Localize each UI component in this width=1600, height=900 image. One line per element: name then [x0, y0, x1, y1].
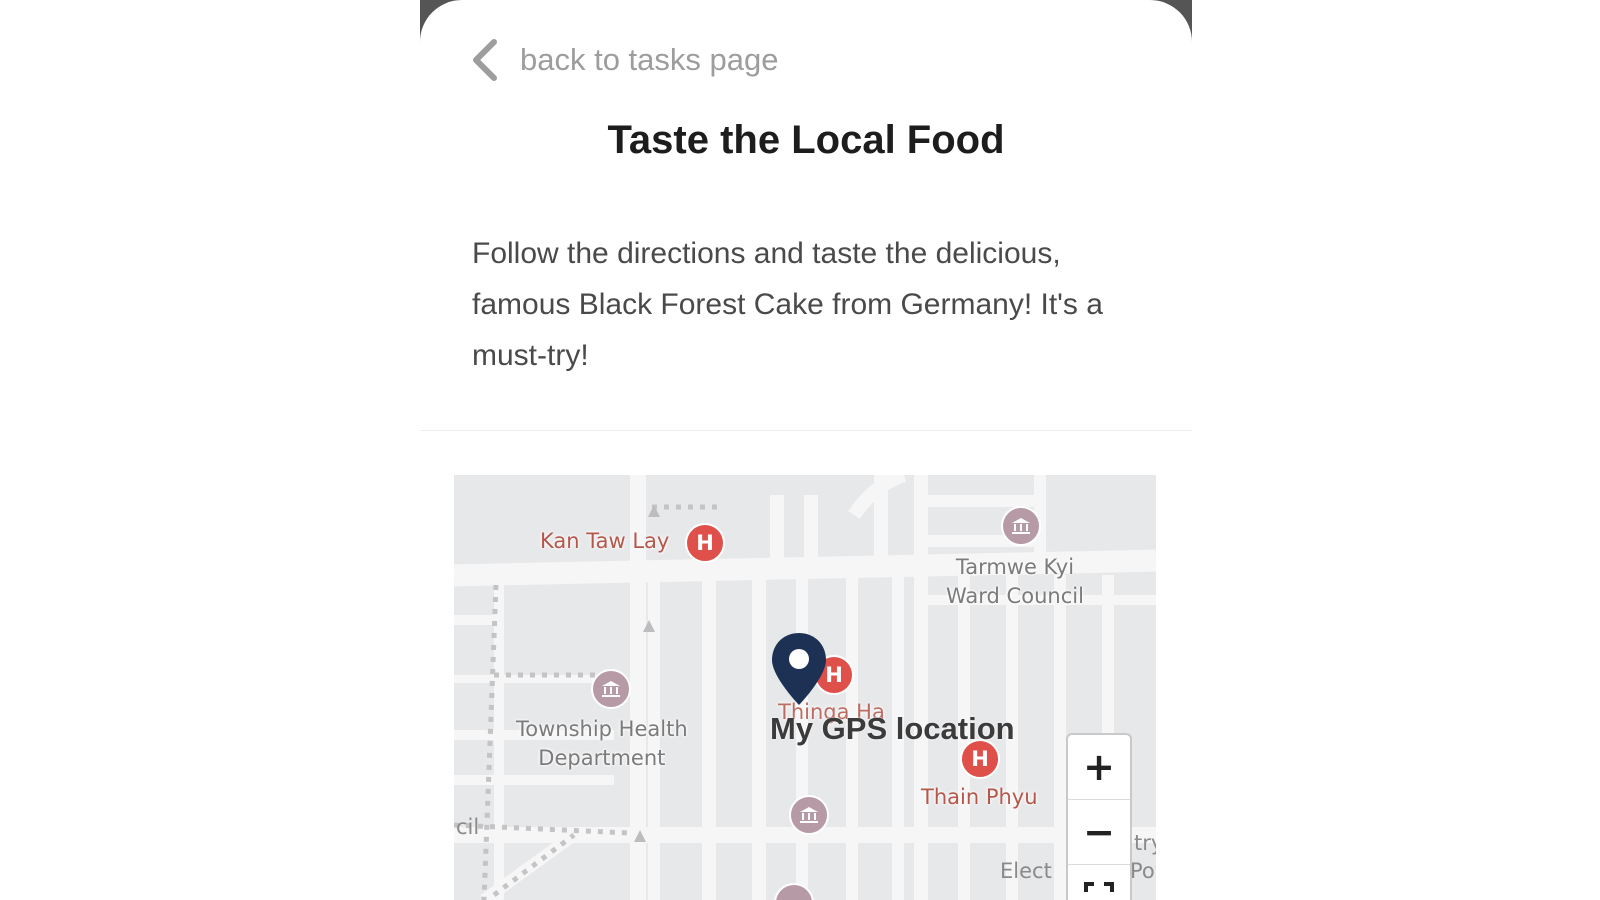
- poi-label-kan-taw-lay: Kan Taw Lay: [540, 529, 670, 553]
- poi-label-township-line1: Township Health: [516, 717, 688, 741]
- gps-location-pin[interactable]: [770, 631, 828, 712]
- map-edge-label: try: [1134, 831, 1156, 855]
- task-detail-card: back to tasks page Taste the Local Food …: [420, 0, 1192, 900]
- government-building-marker[interactable]: [789, 795, 829, 835]
- section-divider: [420, 430, 1192, 431]
- building-icon: [602, 681, 620, 697]
- building-icon: [1012, 518, 1030, 534]
- map-edge-label: cil: [456, 815, 480, 839]
- fullscreen-button[interactable]: [1068, 865, 1130, 900]
- fullscreen-icon: [1084, 882, 1114, 892]
- poi-label-tarmwe-line2: Ward Council: [946, 584, 1084, 608]
- zoom-in-button[interactable]: +: [1068, 735, 1130, 800]
- task-description: Follow the directions and taste the deli…: [472, 237, 1103, 372]
- hospital-marker[interactable]: H: [685, 523, 725, 563]
- map-edge-label: Pow: [1130, 859, 1156, 883]
- map-view[interactable]: Kan Taw Lay H Tarmwe Kyi Ward Council To…: [454, 475, 1156, 900]
- map-pin-icon: [772, 633, 826, 705]
- zoom-out-button[interactable]: −: [1068, 800, 1130, 865]
- building-icon: [800, 807, 818, 823]
- government-building-marker[interactable]: [1001, 506, 1041, 546]
- task-title: Taste the Local Food: [607, 118, 1005, 162]
- back-link-label: back to tasks page: [520, 42, 779, 77]
- poi-label-tarmwe-line1: Tarmwe Kyi: [955, 555, 1075, 579]
- map-edge-label: Elect: [1000, 859, 1052, 883]
- back-to-tasks-link[interactable]: back to tasks page: [470, 38, 779, 82]
- zoom-control: + −: [1066, 733, 1132, 900]
- poi-label-thain-phyu: Thain Phyu: [921, 785, 1038, 809]
- poi-label-tarmwe-kyi: Tarmwe Kyi Ward Council: [946, 553, 1084, 611]
- chevron-left-icon: [470, 38, 500, 82]
- poi-label-township-line2: Department: [538, 746, 666, 770]
- gps-location-label: My GPS location: [770, 711, 1015, 746]
- poi-label-township-health: Township Health Department: [516, 715, 688, 773]
- government-building-marker[interactable]: [591, 669, 631, 709]
